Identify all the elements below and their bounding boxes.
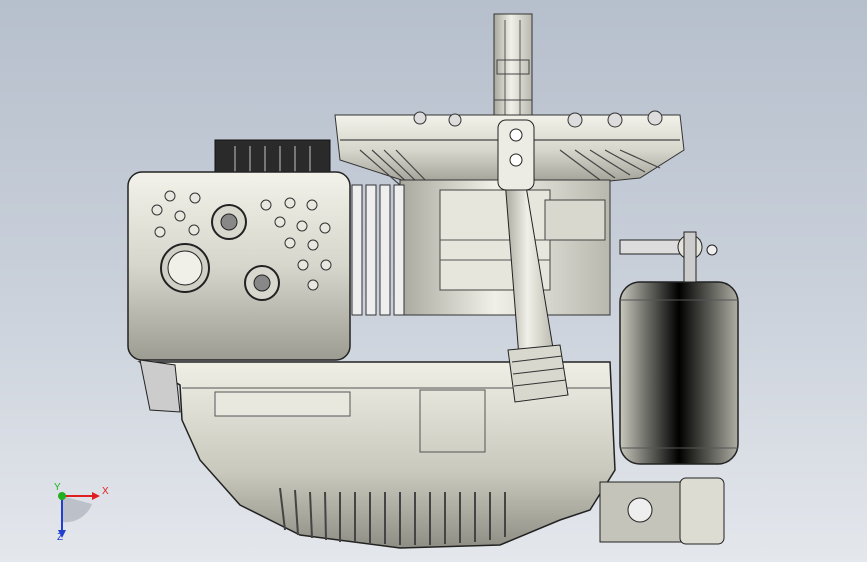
engine-block[interactable] — [351, 179, 611, 316]
fuel-tank[interactable] — [619, 281, 739, 465]
engine-model[interactable] — [0, 0, 867, 562]
vent-grille — [214, 139, 331, 176]
z-axis-label: Z — [57, 532, 64, 543]
muffler-box[interactable] — [127, 171, 351, 361]
y-axis-label: Y — [54, 482, 61, 493]
crankshaft[interactable] — [493, 13, 533, 125]
exhaust-pipe — [139, 359, 181, 413]
axis-triad: X Y Z — [48, 482, 109, 546]
bottom-fittings — [599, 477, 725, 545]
throttle-linkage[interactable] — [619, 231, 718, 283]
x-axis-label: X — [102, 486, 109, 497]
cad-viewport[interactable]: X Y Z — [0, 0, 867, 562]
